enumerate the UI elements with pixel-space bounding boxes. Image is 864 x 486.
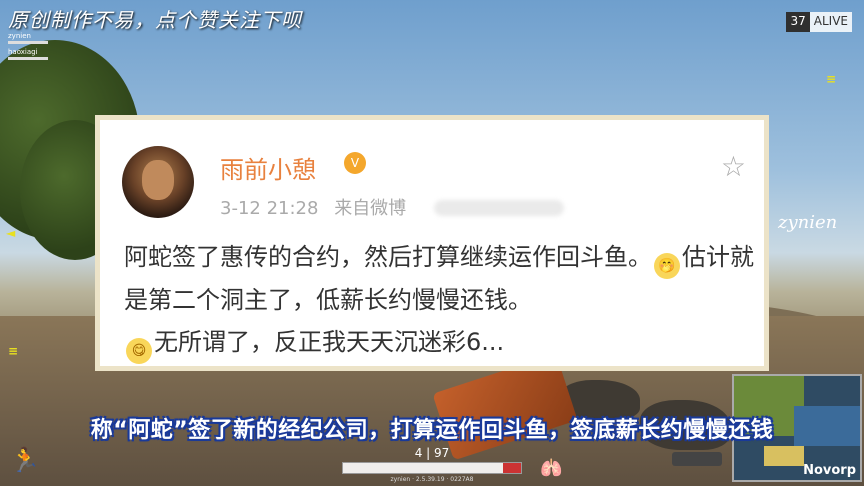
compass-marker-icon: ≡ [826,72,837,86]
star-icon[interactable]: ☆ [721,150,746,183]
vip-badge-icon: V [344,152,366,174]
minimap-location: Novorp [803,463,856,478]
post-username[interactable]: 雨前小憩 [220,150,316,185]
post-timestamp: 3-12 21:28 [220,198,319,219]
team-member-health [8,57,48,60]
stance-icon: 🏃 [10,446,40,474]
post-text-1: 阿蛇签了惠传的合约，然后打算继续运作回斗鱼。 [124,243,652,271]
direction-marker-icon: ◄ [6,226,16,240]
blurred-source [434,200,564,216]
alive-label: ALIVE [809,12,852,32]
version-text: zynien · 2.5.39.19 · 0227A8 [390,476,474,483]
top-caption: 原创制作不易，点个赞关注下呗 [8,8,302,32]
ammo-count: 4 | 97 [414,446,450,460]
team-member-name: haoxiagi [8,48,38,56]
team-member-health [8,41,48,44]
alive-count: 37 [786,12,810,32]
player-tag: zynien [778,212,838,233]
minimap-town [764,446,804,466]
alive-counter: 37 ALIVE [786,12,852,32]
yum-emoji-icon: 😋 [126,338,152,364]
thinking-emoji-icon: 🤭 [654,253,680,279]
health-bar [342,462,522,474]
avatar [122,146,194,218]
avatar-face [142,160,174,200]
rifle-slot-icon[interactable] [672,452,722,466]
health-panel: 4 | 97 zynien · 2.5.39.19 · 0227A8 [342,446,522,483]
direction-marker-icon: ≡ [8,344,19,358]
post-source: 来自微博 [334,198,407,219]
post-body: 阿蛇签了惠传的合约，然后打算继续运作回斗鱼。 🤭 估计就是第二个洞主了，低薪长约慢慢… [124,236,754,364]
post-meta: 3-12 21:28 来自微博 [220,194,406,220]
post-text-3: 无所谓了，反正我天天沉迷彩6... [154,328,505,356]
boost-lung-icon: 🫁 [540,458,563,479]
weibo-post-card: 雨前小憩 V 3-12 21:28 来自微博 ☆ 阿蛇签了惠传的合约，然后打算继… [95,115,769,371]
team-list: zynien haoxiagi [8,32,48,64]
subtitle: 称“阿蛇”签了新的经纪公司，打算运作回斗鱼，签底薪长约慢慢还钱 [90,418,774,443]
team-member-name: zynien [8,32,31,40]
